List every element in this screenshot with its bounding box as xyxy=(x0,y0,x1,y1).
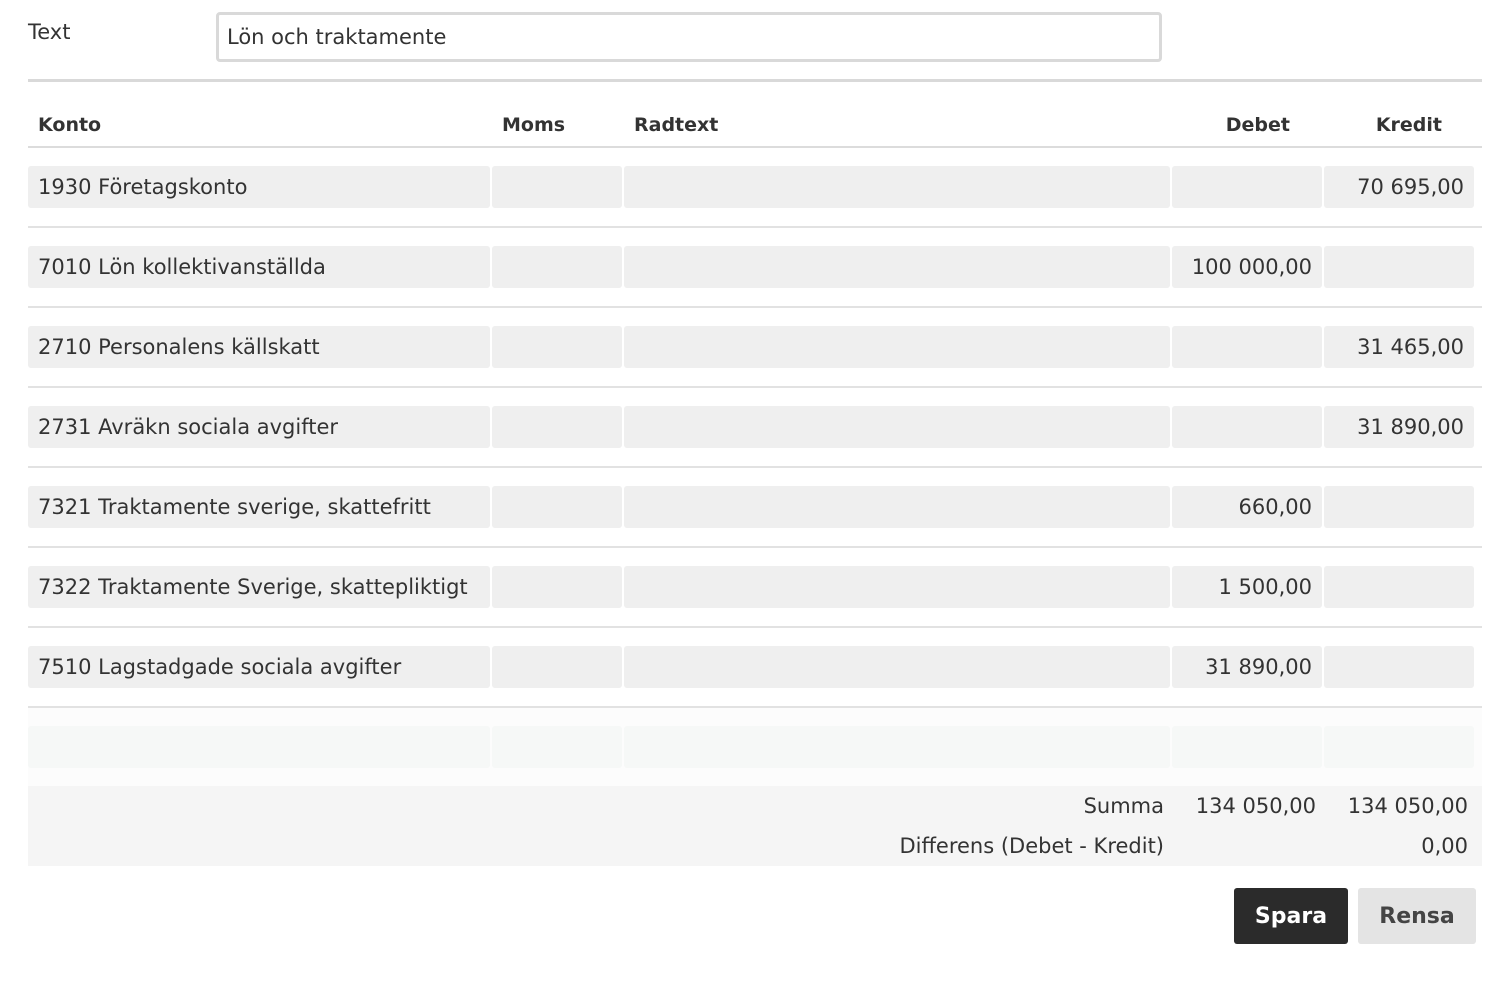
table-row: 1930 Företagskonto 70 695,00 xyxy=(28,148,1482,228)
debet-cell[interactable]: 31 890,00 xyxy=(1172,646,1322,688)
table-row: 7510 Lagstadgade sociala avgifter 31 890… xyxy=(28,628,1482,708)
konto-cell[interactable]: 7510 Lagstadgade sociala avgifter xyxy=(28,646,490,688)
moms-cell[interactable] xyxy=(492,566,622,608)
clear-button[interactable]: Rensa xyxy=(1358,888,1476,944)
radtext-cell[interactable] xyxy=(624,646,1170,688)
kredit-cell[interactable] xyxy=(1324,246,1474,288)
diff-value: 0,00 xyxy=(1421,834,1468,858)
debet-cell[interactable] xyxy=(1172,406,1322,448)
radtext-cell[interactable] xyxy=(624,246,1170,288)
moms-cell[interactable] xyxy=(492,326,622,368)
debet-cell[interactable]: 660,00 xyxy=(1172,486,1322,528)
moms-cell[interactable] xyxy=(492,166,622,208)
kredit-cell[interactable] xyxy=(1324,646,1474,688)
konto-cell[interactable]: 2731 Avräkn sociala avgifter xyxy=(28,406,490,448)
kredit-cell[interactable] xyxy=(1324,486,1474,528)
radtext-cell[interactable] xyxy=(624,726,1170,768)
kredit-cell[interactable]: 70 695,00 xyxy=(1324,166,1474,208)
kredit-cell[interactable] xyxy=(1324,726,1474,768)
debet-cell[interactable] xyxy=(1172,326,1322,368)
radtext-cell[interactable] xyxy=(624,406,1170,448)
radtext-cell[interactable] xyxy=(624,566,1170,608)
konto-cell[interactable]: 7321 Traktamente sverige, skattefritt xyxy=(28,486,490,528)
konto-cell[interactable]: 1930 Företagskonto xyxy=(28,166,490,208)
konto-cell[interactable] xyxy=(28,726,490,768)
header-radtext: Radtext xyxy=(634,114,719,136)
divider xyxy=(28,79,1482,82)
radtext-cell[interactable] xyxy=(624,166,1170,208)
summa-label: Summa xyxy=(1083,794,1164,818)
header-moms: Moms xyxy=(502,114,566,136)
debet-cell[interactable]: 1 500,00 xyxy=(1172,566,1322,608)
moms-cell[interactable] xyxy=(492,646,622,688)
table-row: 2710 Personalens källskatt 31 465,00 xyxy=(28,308,1482,388)
text-field-label: Text xyxy=(28,20,71,44)
journal-entry-form: Text Konto Moms Radtext Debet Kredit 193… xyxy=(0,0,1512,990)
header-konto: Konto xyxy=(38,114,102,136)
text-input[interactable] xyxy=(216,12,1162,62)
kredit-cell[interactable]: 31 890,00 xyxy=(1324,406,1474,448)
moms-cell[interactable] xyxy=(492,726,622,768)
summary-panel: Summa 134 050,00 134 050,00 Differens (D… xyxy=(28,786,1482,866)
save-button[interactable]: Spara xyxy=(1234,888,1348,944)
table-header: Konto Moms Radtext Debet Kredit xyxy=(28,108,1482,148)
moms-cell[interactable] xyxy=(492,486,622,528)
header-debet: Debet xyxy=(1225,114,1290,136)
konto-cell[interactable]: 2710 Personalens källskatt xyxy=(28,326,490,368)
radtext-cell[interactable] xyxy=(624,486,1170,528)
table-body: 1930 Företagskonto 70 695,00 7010 Lön ko… xyxy=(28,148,1482,788)
radtext-cell[interactable] xyxy=(624,326,1170,368)
table-row: 7010 Lön kollektivanställda 100 000,00 xyxy=(28,228,1482,308)
kredit-cell[interactable] xyxy=(1324,566,1474,608)
moms-cell[interactable] xyxy=(492,246,622,288)
debet-cell[interactable] xyxy=(1172,726,1322,768)
konto-cell[interactable]: 7010 Lön kollektivanställda xyxy=(28,246,490,288)
table-row: 2731 Avräkn sociala avgifter 31 890,00 xyxy=(28,388,1482,468)
summa-debet: 134 050,00 xyxy=(1195,794,1316,818)
summa-kredit: 134 050,00 xyxy=(1347,794,1468,818)
debet-cell[interactable] xyxy=(1172,166,1322,208)
kredit-cell[interactable]: 31 465,00 xyxy=(1324,326,1474,368)
table-row: 7321 Traktamente sverige, skattefritt 66… xyxy=(28,468,1482,548)
moms-cell[interactable] xyxy=(492,406,622,448)
debet-cell[interactable]: 100 000,00 xyxy=(1172,246,1322,288)
new-row xyxy=(28,708,1482,788)
diff-label: Differens (Debet - Kredit) xyxy=(899,834,1164,858)
konto-cell[interactable]: 7322 Traktamente Sverige, skattepliktigt xyxy=(28,566,490,608)
table-row: 7322 Traktamente Sverige, skattepliktigt… xyxy=(28,548,1482,628)
header-kredit: Kredit xyxy=(1375,114,1442,136)
